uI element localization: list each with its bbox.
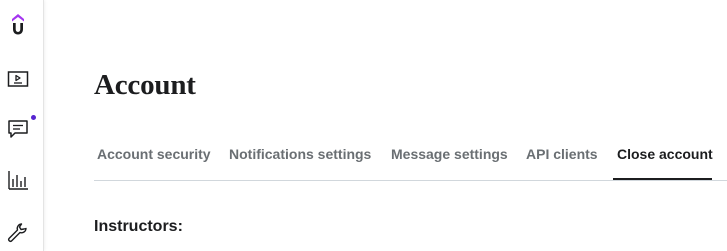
sidebar-item-tools[interactable]	[4, 219, 32, 247]
bar-chart-icon	[7, 169, 29, 191]
udemy-logo-icon	[9, 11, 27, 37]
instructor-sidebar	[0, 0, 44, 251]
app-window: Account Account security Notifications s…	[0, 0, 727, 251]
tab-message-settings[interactable]: Message settings	[391, 137, 508, 180]
tab-notifications-settings[interactable]: Notifications settings	[229, 137, 371, 180]
active-tab-indicator	[613, 178, 712, 180]
sidebar-item-performance[interactable]	[4, 166, 32, 194]
sidebar-item-courses[interactable]	[4, 65, 32, 93]
main-content: Account Account security Notifications s…	[94, 0, 727, 251]
tab-api-clients[interactable]: API clients	[526, 137, 598, 180]
wrench-icon	[7, 222, 29, 244]
video-course-icon	[7, 68, 29, 90]
tab-close-account[interactable]: Close account	[617, 137, 713, 180]
tab-account-security[interactable]: Account security	[97, 137, 211, 180]
section-heading-instructors: Instructors:	[94, 218, 183, 235]
chat-bubble-icon	[7, 118, 29, 140]
sidebar-item-communication[interactable]	[4, 115, 36, 143]
notification-dot	[31, 115, 36, 120]
page-title: Account	[94, 69, 196, 101]
account-tabs: Account security Notifications settings …	[94, 137, 727, 181]
udemy-logo-button[interactable]	[4, 10, 32, 38]
